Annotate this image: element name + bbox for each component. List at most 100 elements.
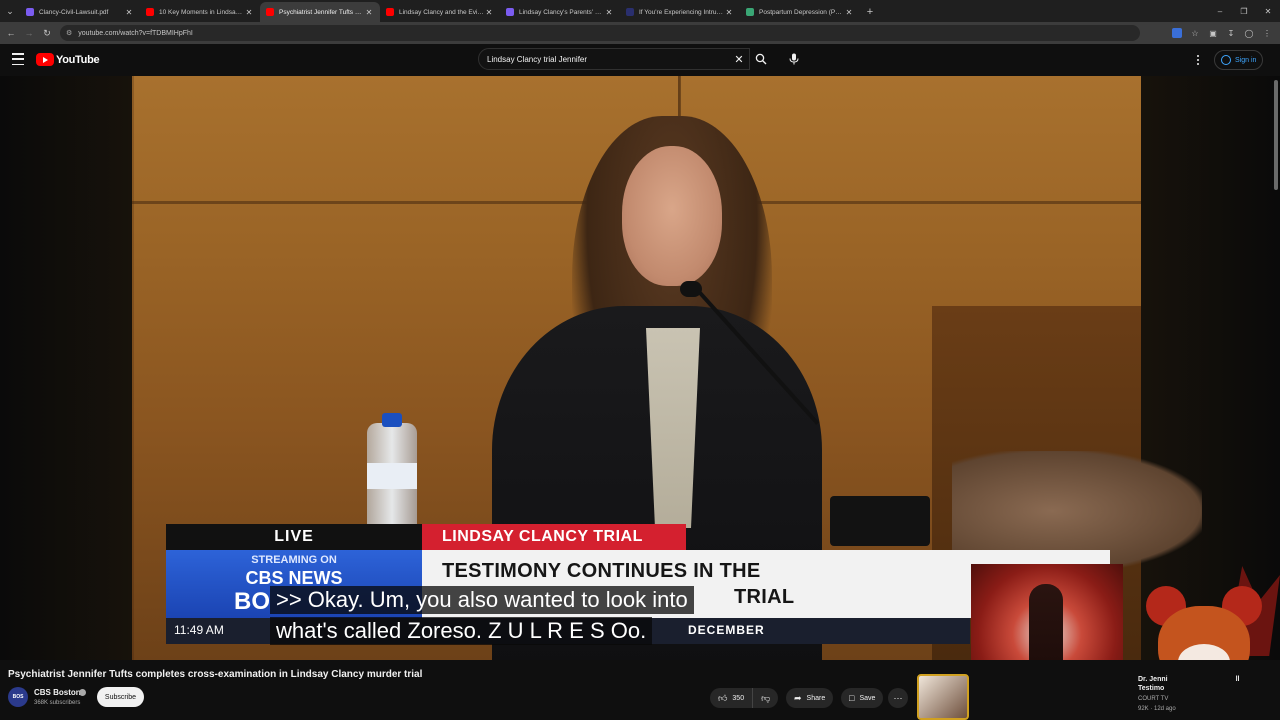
toolbar-actions: ☆ ▣ ↧ ◯ ⋮ — [1168, 22, 1276, 44]
minimize-icon[interactable]: – — [1208, 0, 1232, 22]
browser-tab[interactable]: Lindsay Clancy's Parents' $1 Mi ✕ — [500, 2, 620, 22]
dislike-button[interactable]: 👎︎ — [753, 688, 778, 708]
extensions-puzzle-icon[interactable]: ▣ — [1204, 29, 1222, 38]
channel-name[interactable]: CBS Boston — [34, 688, 81, 697]
tab-close-icon[interactable]: ✕ — [124, 8, 134, 17]
back-icon[interactable]: ← — [2, 28, 20, 38]
guide-menu-icon[interactable] — [12, 53, 24, 65]
rec-title-line-1: Dr. Jenni — [1138, 676, 1168, 683]
network-city-text: BO — [234, 588, 270, 615]
like-count: 350 — [732, 694, 745, 702]
youtube-logo[interactable]: YouTube — [36, 53, 100, 66]
streaming-on-text: STREAMING ON — [251, 554, 337, 566]
browser-toolbar: ← → ↻ ⚙ youtube.com/watch?v=fTDBMIHpFhI … — [0, 22, 1280, 44]
share-label: Share — [806, 694, 826, 702]
reload-icon[interactable]: ↻ — [38, 28, 56, 39]
player-letterbox-left — [0, 76, 132, 660]
rec-title-suffix: ll — [1235, 676, 1240, 683]
search-box: ✕ — [478, 48, 750, 70]
youtube-play-icon — [36, 53, 54, 66]
like-dislike-group: 👍︎ 350 👎︎ — [710, 688, 779, 708]
search-button[interactable] — [750, 48, 772, 70]
witness-face — [622, 146, 722, 286]
tab-title: 10 Key Moments in Lindsay Cla — [159, 8, 244, 16]
avatar[interactable]: BOS — [8, 687, 28, 707]
tab-favicon-icon — [386, 8, 394, 16]
recommended-video-thumbnail[interactable] — [917, 674, 969, 720]
mic-icon — [789, 53, 799, 65]
video-player[interactable]: LIVE STREAMING ON CBS NEWS BO LINDSAY CL… — [0, 76, 1280, 660]
browser-tab[interactable]: Postpartum Depression (PPD) · ✕ — [740, 2, 860, 22]
bookmark-icon: □ — [849, 693, 855, 703]
sign-in-label: Sign in — [1235, 56, 1257, 64]
page-scrollbar[interactable] — [1274, 80, 1278, 190]
tab-title: Psychiatrist Jennifer Tufts comp — [279, 8, 364, 16]
tab-title: Lindsay Clancy's Parents' $1 Mi — [519, 8, 604, 16]
tab-title: Postpartum Depression (PPD) · — [759, 8, 844, 16]
browser-tab[interactable]: Psychiatrist Jennifer Tufts comp ✕ — [260, 2, 380, 22]
tab-close-icon[interactable]: ✕ — [364, 8, 374, 17]
site-info-icon[interactable]: ⚙ — [66, 29, 72, 37]
live-label: LIVE — [166, 524, 422, 550]
thumbs-up-icon: 👍︎ — [718, 692, 728, 703]
tab-favicon-icon — [626, 8, 634, 16]
trial-tag: LINDSAY CLANCY TRIAL — [422, 524, 686, 550]
tab-favicon-icon — [746, 8, 754, 16]
browser-tab[interactable]: Clancy-Civil-Lawsuit.pdf ✕ — [20, 2, 140, 22]
recommended-video-title[interactable]: Dr. Jenni ll Testimo — [1138, 675, 1258, 693]
like-button[interactable]: 👍︎ 350 — [710, 688, 754, 708]
overlay-artwork — [971, 564, 1123, 660]
headline-line-2: TRIAL — [734, 586, 794, 609]
ticker-text: DECEMBER — [688, 623, 765, 637]
bookmark-star-icon[interactable]: ☆ — [1186, 29, 1204, 38]
caption-line: >> Okay. Um, you also wanted to look int… — [270, 586, 694, 614]
share-icon: ➦ — [794, 692, 802, 703]
restore-icon[interactable]: ❐ — [1232, 0, 1256, 22]
voice-search-button[interactable] — [783, 48, 805, 70]
download-icon[interactable]: ↧ — [1222, 29, 1240, 38]
tab-close-icon[interactable]: ✕ — [844, 8, 854, 17]
tab-close-icon[interactable]: ✕ — [484, 8, 494, 17]
close-icon[interactable]: ✕ — [729, 53, 749, 66]
browser-tab-strip: ⌄ Clancy-Civil-Lawsuit.pdf ✕ 10 Key Moment… — [0, 0, 1280, 22]
sign-in-button[interactable]: Sign in — [1214, 50, 1264, 70]
more-actions-button[interactable]: ⋯ — [888, 688, 908, 708]
video-details: Psychiatrist Jennifer Tufts completes cr… — [0, 660, 1280, 720]
browser-tab[interactable]: 10 Key Moments in Lindsay Cla ✕ — [140, 2, 260, 22]
youtube-wordmark: YouTube — [56, 53, 100, 66]
save-button[interactable]: □ Save — [841, 688, 884, 708]
profile-icon[interactable]: ◯ — [1240, 29, 1258, 38]
settings-more-icon[interactable] — [1190, 52, 1206, 68]
tab-title: Lindsay Clancy and the Eviden — [399, 8, 484, 16]
youtube-masthead: YouTube ✕ Sign in — [0, 44, 1280, 76]
tab-favicon-icon — [266, 8, 274, 16]
video-title: Psychiatrist Jennifer Tufts completes cr… — [8, 669, 423, 680]
closed-captions: >> Okay. Um, you also wanted to look int… — [270, 586, 694, 648]
tab-favicon-icon — [506, 8, 514, 16]
forward-icon[interactable]: → — [20, 28, 38, 38]
close-window-icon[interactable]: ✕ — [1256, 0, 1280, 22]
more-horizontal-icon: ⋯ — [893, 692, 903, 703]
extension-icon[interactable] — [1172, 28, 1182, 38]
subscribe-button[interactable]: Subscribe — [97, 687, 144, 707]
tab-close-icon[interactable]: ✕ — [604, 8, 614, 17]
browser-menu-icon[interactable]: ⋮ — [1258, 29, 1276, 38]
search-input[interactable] — [487, 54, 729, 64]
tab-search-icon[interactable]: ⌄ — [0, 0, 20, 22]
window-controls: – ❐ ✕ — [1208, 0, 1280, 22]
tab-favicon-icon — [146, 8, 154, 16]
url-text: youtube.com/watch?v=fTDBMIHpFhI — [78, 29, 193, 37]
water-bottle — [367, 413, 417, 533]
address-bar[interactable]: ⚙ youtube.com/watch?v=fTDBMIHpFhI — [60, 25, 1140, 41]
share-button[interactable]: ➦ Share — [786, 688, 834, 708]
tab-close-icon[interactable]: ✕ — [244, 8, 254, 17]
caption-line: what's called Zoreso. Z U L R E S Oo. — [270, 617, 653, 645]
tab-title: If You're Experiencing Intrusive — [639, 8, 724, 16]
new-tab-button[interactable]: + — [860, 2, 880, 22]
recommended-channel: COURT TV — [1138, 696, 1169, 702]
recommended-meta: 92K · 12d ago — [1138, 706, 1176, 712]
tab-close-icon[interactable]: ✕ — [724, 8, 734, 17]
verified-badge-icon — [79, 689, 86, 696]
browser-tab[interactable]: If You're Experiencing Intrusive ✕ — [620, 2, 740, 22]
browser-tab[interactable]: Lindsay Clancy and the Eviden ✕ — [380, 2, 500, 22]
